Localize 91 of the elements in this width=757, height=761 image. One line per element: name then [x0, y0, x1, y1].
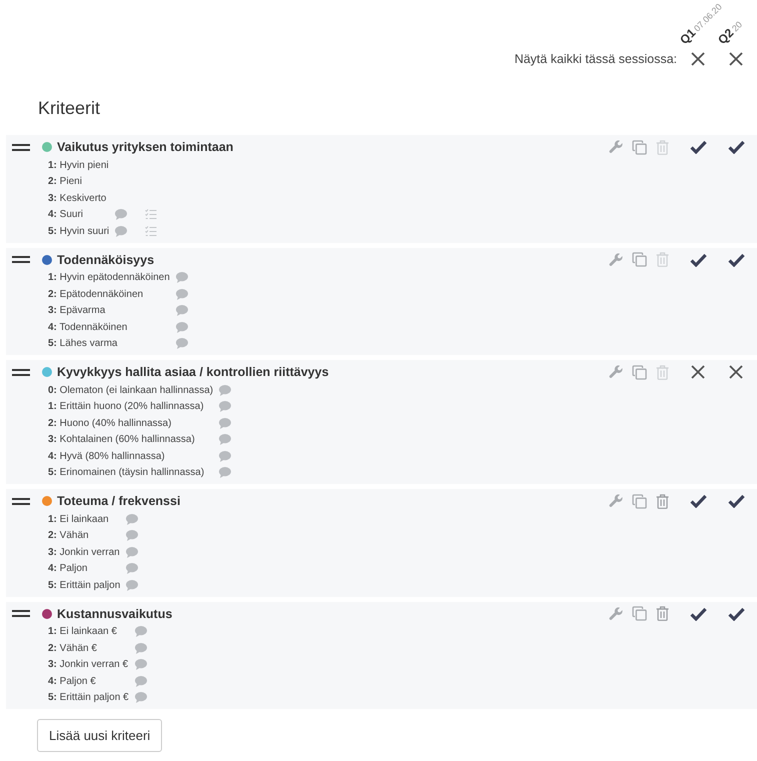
comment-icon[interactable] — [134, 642, 147, 654]
level-label: 3: Epävarma — [48, 305, 106, 316]
drag-handle-icon[interactable] — [12, 256, 30, 263]
check-icon[interactable] — [728, 252, 744, 266]
level-label: 4: Todennäköinen — [48, 322, 128, 333]
level-label: 5: Lähes varma — [48, 338, 118, 350]
comment-icon[interactable] — [126, 563, 138, 574]
comment-icon[interactable] — [126, 546, 138, 558]
comment-icon[interactable] — [126, 514, 138, 525]
level-label: 3: Kohtalainen (60% hallinnassa) — [48, 434, 196, 446]
level-label: 1: Hyvin pieni — [48, 160, 110, 171]
drag-handle-icon[interactable] — [12, 368, 30, 376]
check-icon[interactable] — [690, 494, 706, 508]
check-icon[interactable] — [728, 494, 744, 508]
level-label: 2: Epätodennäköinen — [48, 288, 144, 300]
comment-icon[interactable] — [219, 434, 232, 446]
level-label: 5: Hyvin suuri — [48, 226, 110, 237]
level-label: 2: Pieni — [48, 176, 83, 188]
cross-icon[interactable] — [691, 52, 705, 66]
copy-icon[interactable] — [632, 252, 647, 267]
level-label: 5: Erittäin paljon — [48, 580, 120, 591]
comment-icon[interactable] — [134, 676, 147, 687]
wrench-icon[interactable] — [609, 252, 623, 266]
comment-icon[interactable] — [176, 338, 188, 350]
level-label: 2: Huono (40% hallinnassa) — [48, 418, 172, 429]
comment-icon[interactable] — [219, 467, 232, 478]
comment-icon[interactable] — [219, 384, 232, 396]
level-label: 5: Erittäin paljon € — [48, 692, 129, 704]
level-label: 1: Ei lainkaan — [48, 514, 110, 525]
checklist-icon[interactable] — [145, 226, 158, 237]
copy-icon[interactable] — [632, 364, 647, 380]
add-criterion-button[interactable]: Lisää uusi kriteeri — [37, 719, 162, 752]
trash-icon[interactable] — [656, 606, 669, 621]
check-icon[interactable] — [690, 140, 706, 154]
check-icon[interactable] — [690, 606, 706, 620]
comment-icon[interactable] — [126, 530, 138, 542]
level-label: 5: Erinomainen (täysin hallinnassa) — [48, 467, 206, 478]
drag-handle-icon[interactable] — [12, 498, 30, 504]
level-label: 1: Hyvin epätodennäköinen — [48, 272, 170, 284]
copy-icon[interactable] — [632, 140, 647, 154]
section-title: Kriteerit — [38, 97, 100, 120]
comment-icon[interactable] — [115, 209, 128, 220]
level-label: 1: Ei lainkaan € — [48, 626, 118, 638]
level-label: 2: Vähän € — [48, 642, 98, 654]
level-label: 3: Jonkin verran € — [48, 659, 129, 670]
comment-icon[interactable] — [176, 272, 188, 284]
show-all-label: Näytä kaikki tässä sessiossa: — [514, 52, 677, 66]
level-label: 4: Paljon — [48, 563, 88, 574]
wrench-icon[interactable] — [609, 140, 623, 154]
comment-icon[interactable] — [134, 692, 147, 704]
comment-icon[interactable] — [134, 626, 147, 638]
check-icon[interactable] — [728, 140, 744, 154]
drag-handle-icon[interactable] — [12, 144, 30, 150]
wrench-icon[interactable] — [609, 606, 623, 620]
criterion-title: Todennäköisyys — [57, 252, 154, 266]
level-label: 4: Suuri — [48, 209, 84, 220]
comment-icon[interactable] — [134, 659, 147, 670]
criterion-title: Toteuma / frekvenssi — [57, 494, 180, 508]
cross-icon[interactable] — [729, 52, 743, 66]
checklist-icon[interactable] — [145, 209, 158, 220]
comment-icon[interactable] — [219, 418, 232, 429]
trash-icon[interactable] — [656, 364, 669, 380]
check-icon[interactable] — [690, 252, 706, 266]
comment-icon[interactable] — [115, 226, 128, 237]
wrench-icon[interactable] — [609, 365, 623, 379]
level-label: 4: Paljon € — [48, 676, 97, 687]
comment-icon[interactable] — [176, 288, 188, 300]
level-label: 3: Keskiverto — [48, 192, 108, 204]
comment-icon[interactable] — [219, 401, 232, 412]
comment-icon[interactable] — [219, 450, 232, 462]
level-label: 2: Vähän — [48, 530, 90, 542]
comment-icon[interactable] — [176, 322, 188, 333]
cross-icon[interactable] — [729, 365, 743, 379]
level-label: 0: Olematon (ei lainkaan hallinnassa) — [48, 384, 214, 396]
trash-icon[interactable] — [656, 140, 669, 154]
criterion-title: Kyvykkyys hallita asiaa / kontrollien riittävyys — [57, 365, 329, 379]
level-label: 3: Jonkin verran — [48, 546, 120, 558]
level-label: 1: Erittäin huono (20% hallinnassa) — [48, 401, 205, 412]
trash-icon[interactable] — [656, 494, 669, 508]
comment-icon[interactable] — [126, 580, 138, 591]
drag-handle-icon[interactable] — [12, 610, 30, 617]
copy-icon[interactable] — [632, 494, 647, 508]
copy-icon[interactable] — [632, 606, 647, 621]
check-icon[interactable] — [728, 606, 744, 620]
cross-icon[interactable] — [691, 365, 705, 379]
wrench-icon[interactable] — [609, 494, 623, 508]
trash-icon[interactable] — [656, 252, 669, 267]
comment-icon[interactable] — [176, 305, 188, 316]
criterion-title: Kustannusvaikutus — [57, 606, 172, 620]
level-label: 4: Hyvä (80% hallinnassa) — [48, 450, 166, 462]
criterion-title: Vaikutus yrityksen toimintaan — [57, 140, 234, 154]
